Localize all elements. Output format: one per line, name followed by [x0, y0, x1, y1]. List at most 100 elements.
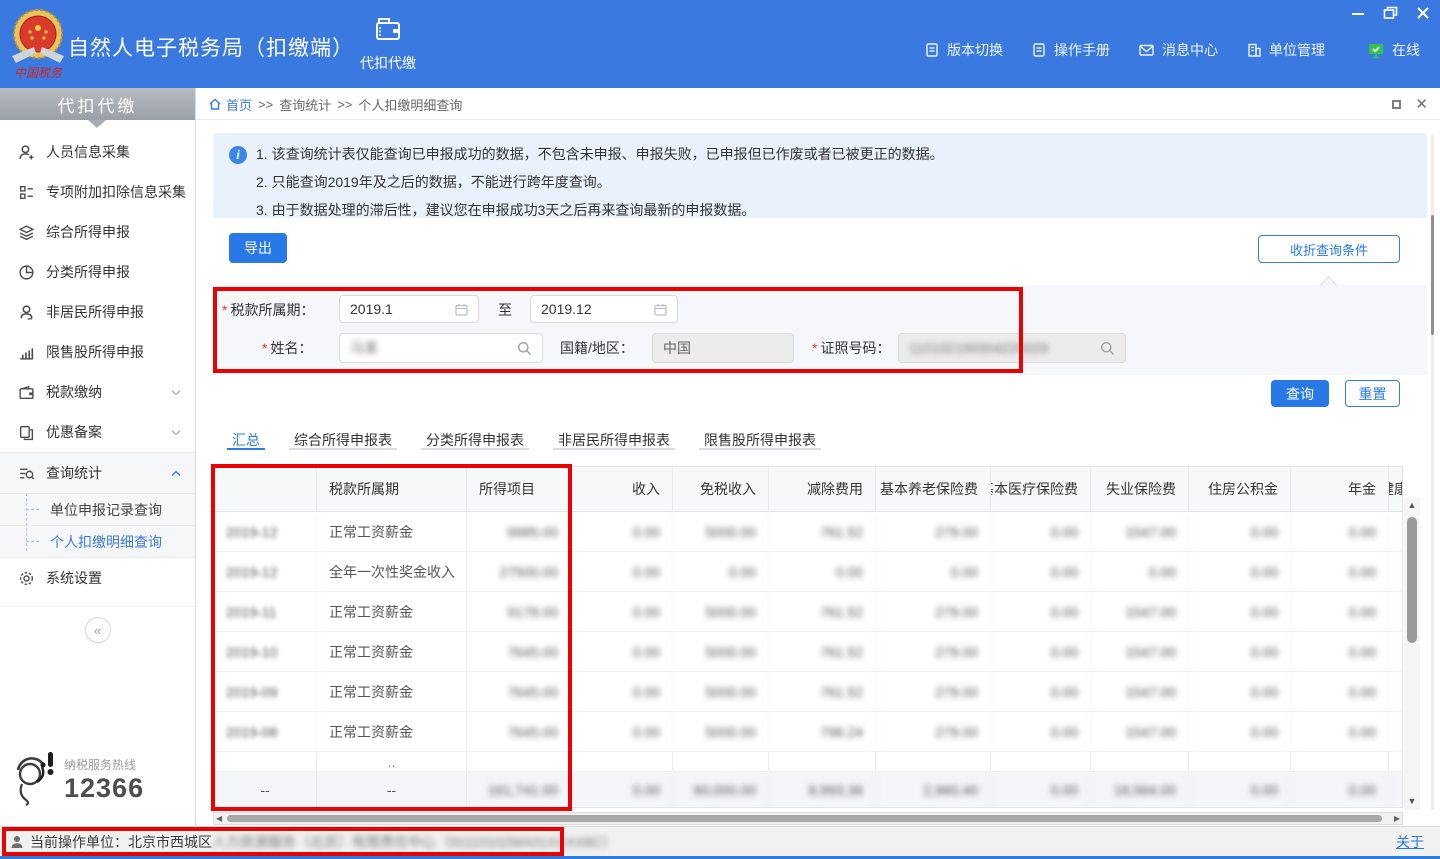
- tab[interactable]: 汇总: [227, 430, 265, 450]
- page-scroll-thumb[interactable]: [1431, 215, 1434, 335]
- sidebar-header-notch: [88, 120, 106, 128]
- tab[interactable]: 分类所得申报表: [421, 430, 529, 450]
- table-row[interactable]: 2019-11 正常工资薪金 9178.00 0.00 5000.00 761.…: [214, 592, 1403, 632]
- sidebar-item-label: 专项附加扣除信息采集: [46, 182, 186, 202]
- table-horizontal-scrollbar[interactable]: ◀ ▶: [213, 812, 1403, 825]
- cell-deduction: 5000.00: [673, 672, 769, 711]
- layers-icon: [18, 224, 35, 241]
- cell-annuity: 0.00: [1189, 592, 1291, 631]
- id-label: *证照号码：: [812, 333, 890, 363]
- table-row[interactable]: 2019-09 正常工资薪金 7645.00 0.00 5000.00 761.…: [214, 672, 1403, 712]
- sidebar: 代扣代缴 人员信息采集 专项附加扣除信息采集 综合所得申报 分类所得申报 非居民…: [0, 88, 196, 826]
- cell-pension: 761.52: [769, 512, 876, 551]
- restore-icon[interactable]: [1383, 6, 1398, 20]
- tab[interactable]: 非居民所得申报表: [553, 430, 675, 450]
- chevron-up-icon: [171, 470, 181, 477]
- scroll-up-arrow[interactable]: ▲: [1404, 500, 1420, 510]
- sidebar-item-label: 分类所得申报: [46, 262, 130, 282]
- sidebar-item-tax-payment[interactable]: 税款缴纳: [0, 372, 195, 412]
- sidebar-item-nonresident-income[interactable]: 非居民所得申报: [0, 292, 195, 332]
- period-from-input[interactable]: 2019.1: [339, 295, 479, 323]
- cell-income: 7645.00: [467, 712, 571, 751]
- sidebar-item-classified-income[interactable]: 分类所得申报: [0, 252, 195, 292]
- sidebar-item-special-deduction[interactable]: 专项附加扣除信息采集: [0, 172, 195, 212]
- cell-medical: 279.00: [876, 512, 991, 551]
- sidebar-subitem-label: 个人扣缴明细查询: [50, 532, 162, 552]
- cell-deduction: 5000.00: [673, 592, 769, 631]
- tab[interactable]: 限售股所得申报表: [699, 430, 821, 450]
- sidebar-header: 代扣代缴: [0, 88, 195, 120]
- query-button[interactable]: 查询: [1271, 380, 1329, 407]
- sidebar-subitem-personal-withholding-query[interactable]: 个人扣缴明细查询: [0, 525, 195, 557]
- sidebar-collapse-button[interactable]: «: [85, 617, 111, 643]
- name-input[interactable]: 马某: [339, 333, 543, 363]
- scroll-left-arrow[interactable]: ◀: [216, 813, 222, 824]
- sidebar-item-comprehensive-income[interactable]: 综合所得申报: [0, 212, 195, 252]
- id-number-input[interactable]: 110102199304220029: [898, 333, 1126, 363]
- scroll-right-arrow[interactable]: ▶: [1394, 813, 1400, 824]
- page-scrollbar[interactable]: [1431, 135, 1434, 810]
- cell-medical: 279.00: [876, 592, 991, 631]
- table-header-cell: 年金: [1291, 467, 1389, 511]
- cell-commercial-health: 0.00: [1291, 592, 1389, 631]
- sidebar-subitem-unit-declaration-query[interactable]: 单位申报记录查询: [0, 493, 195, 525]
- search-icon[interactable]: [517, 341, 532, 356]
- tab[interactable]: 综合所得申报表: [289, 430, 397, 450]
- sidebar-item-preferential-filing[interactable]: 优惠备案: [0, 412, 195, 452]
- sidebar-item-restricted-shares[interactable]: 限售股所得申报: [0, 332, 195, 372]
- table-row[interactable]: 2019-10 正常工资薪金 7645.00 0.00 5000.00 761.…: [214, 632, 1403, 672]
- cell-deduction: 0.00: [673, 552, 769, 591]
- calendar-icon[interactable]: [654, 303, 667, 316]
- checklist-icon: [18, 184, 35, 201]
- sidebar-item-query-statistics[interactable]: 查询统计: [0, 453, 195, 493]
- breadcrumb-home[interactable]: 首页: [208, 95, 252, 114]
- cell-clipped: [1389, 672, 1403, 711]
- cell-period: 2019-09: [214, 672, 317, 711]
- hotline-block: 纳税服务热线 12366: [12, 748, 144, 806]
- content-tab-bar: 首页 >> 查询统计 >> 个人扣缴明细查询 ✕: [196, 88, 1440, 120]
- table-header-cell: 基本医疗保险费: [991, 467, 1091, 511]
- collapse-query-button[interactable]: 收折查询条件: [1258, 235, 1400, 263]
- period-to-input[interactable]: 2019.12: [530, 295, 678, 323]
- online-monitor-check-icon: [1367, 42, 1385, 59]
- total-annuity: 0.00: [1189, 772, 1291, 807]
- to-label: 至: [498, 295, 512, 325]
- total-pension: 8,993.36: [769, 772, 876, 807]
- pane-close-icon[interactable]: ✕: [1415, 97, 1428, 112]
- minimize-icon[interactable]: [1351, 6, 1365, 20]
- menu-manual[interactable]: 操作手册: [1031, 40, 1110, 60]
- reset-button[interactable]: 重置: [1345, 380, 1400, 407]
- cell-income: 9178.00: [467, 592, 571, 631]
- total-tax-free: 0.00: [571, 772, 673, 807]
- cell-pension: 761.52: [769, 672, 876, 711]
- cell-tax-free-income: 0.00: [571, 512, 673, 551]
- sidebar-item-label: 限售股所得申报: [46, 342, 144, 362]
- table-row[interactable]: 2019-12 正常工资薪金 9985.00 0.00 5000.00 761.…: [214, 512, 1403, 552]
- menu-online-status[interactable]: 在线: [1367, 40, 1420, 60]
- table-vertical-scrollbar[interactable]: ▲ ▼: [1404, 498, 1420, 810]
- about-link[interactable]: 关于: [1396, 832, 1424, 852]
- horizontal-scroll-thumb[interactable]: [227, 815, 1382, 822]
- menu-label: 消息中心: [1162, 40, 1218, 60]
- table-row[interactable]: 2019-08 正常工资薪金 7645.00 0.00 5000.00 798.…: [214, 712, 1403, 752]
- gear-icon: [18, 570, 35, 587]
- close-icon[interactable]: [1416, 6, 1430, 20]
- table-partial-row: ..: [214, 752, 1403, 772]
- menu-version-switch[interactable]: 版本切换: [924, 40, 1003, 60]
- table-row[interactable]: 2019-12 全年一次性奖金收入 27500.00 0.00 0.00 0.0…: [214, 552, 1403, 592]
- menu-unit-management[interactable]: 单位管理: [1246, 40, 1325, 60]
- nav-tab-withholding[interactable]: 代扣代缴: [348, 16, 428, 73]
- pane-maximize-icon[interactable]: [1392, 100, 1401, 109]
- top-bar: 中国税务 自然人电子税务局（扣缴端） 代扣代缴 版本切换 操作手册: [0, 0, 1440, 88]
- calendar-icon[interactable]: [455, 303, 468, 316]
- export-button[interactable]: 导出: [229, 233, 287, 263]
- nationality-input[interactable]: 中国: [652, 333, 794, 363]
- sidebar-item-personnel-info[interactable]: 人员信息采集: [0, 132, 195, 172]
- app-title: 自然人电子税务局（扣缴端）: [68, 32, 354, 62]
- sidebar-item-system-settings[interactable]: 系统设置: [0, 558, 195, 598]
- menu-message-center[interactable]: 消息中心: [1138, 40, 1218, 60]
- sidebar-subitem-label: 单位申报记录查询: [50, 500, 162, 520]
- scroll-down-arrow[interactable]: ▼: [1404, 796, 1420, 806]
- vertical-scroll-thumb[interactable]: [1407, 517, 1417, 643]
- search-icon[interactable]: [1100, 341, 1115, 356]
